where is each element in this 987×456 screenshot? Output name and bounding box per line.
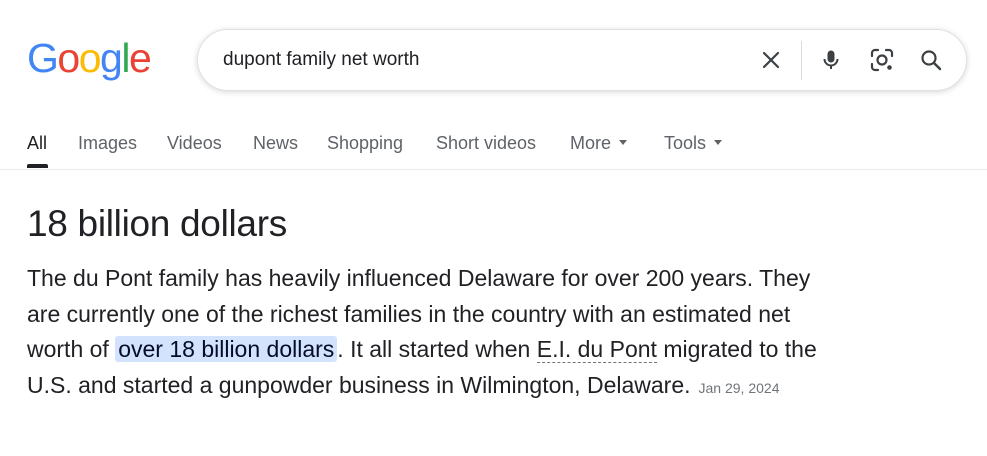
search-tabs: All Images Videos News Shopping Short vi…	[0, 126, 987, 170]
logo-letter: e	[128, 35, 152, 81]
snippet-date: Jan 29, 2024	[698, 379, 780, 396]
tab-all[interactable]: All	[27, 133, 47, 154]
tabs-divider	[0, 169, 987, 170]
google-logo[interactable]: Google	[27, 35, 152, 81]
mic-icon[interactable]	[815, 44, 847, 76]
active-tab-indicator	[27, 164, 48, 168]
caret-down-icon	[714, 139, 723, 145]
snippet-highlight: over 18 billion dollars	[115, 336, 338, 362]
search-icon[interactable]	[915, 44, 947, 76]
search-input[interactable]	[223, 47, 723, 73]
logo-letter: o	[57, 35, 80, 81]
search-results-page: Google dupont family net worth All Image…	[0, 0, 987, 456]
tab-label: More	[570, 133, 612, 153]
caret-down-icon	[619, 139, 628, 145]
tab-label: Short videos	[436, 133, 537, 153]
search-box	[197, 29, 967, 91]
tab-videos[interactable]: Videos	[167, 133, 222, 154]
lens-icon[interactable]	[866, 44, 898, 76]
tab-label: Shopping	[327, 133, 404, 153]
answer-title: 18 billion dollars	[27, 203, 287, 244]
logo-letter: l	[121, 35, 130, 81]
tab-news[interactable]: News	[253, 133, 298, 154]
tab-images[interactable]: Images	[78, 133, 137, 154]
search-box-divider	[801, 41, 802, 80]
tab-label: Images	[78, 133, 138, 153]
tab-label: Videos	[167, 133, 222, 153]
logo-letter: o	[78, 35, 102, 81]
tab-short-videos[interactable]: Short videos	[436, 133, 536, 154]
logo-letter: g	[100, 35, 123, 81]
tab-label: All	[27, 133, 48, 153]
tools-button[interactable]: Tools	[664, 133, 723, 154]
tab-shopping[interactable]: Shopping	[327, 133, 403, 154]
tab-label: News	[253, 133, 299, 153]
answer-snippet: The du Pont family has heavily influence…	[27, 261, 837, 406]
tab-label: Tools	[664, 133, 707, 153]
logo-letter: G	[27, 35, 59, 81]
entity-link-ei-du-pont[interactable]: E.I. du Pont	[536, 336, 657, 363]
snippet-text: . It all started when	[337, 336, 537, 362]
tab-more[interactable]: More	[570, 133, 628, 154]
close-icon[interactable]	[755, 44, 787, 76]
